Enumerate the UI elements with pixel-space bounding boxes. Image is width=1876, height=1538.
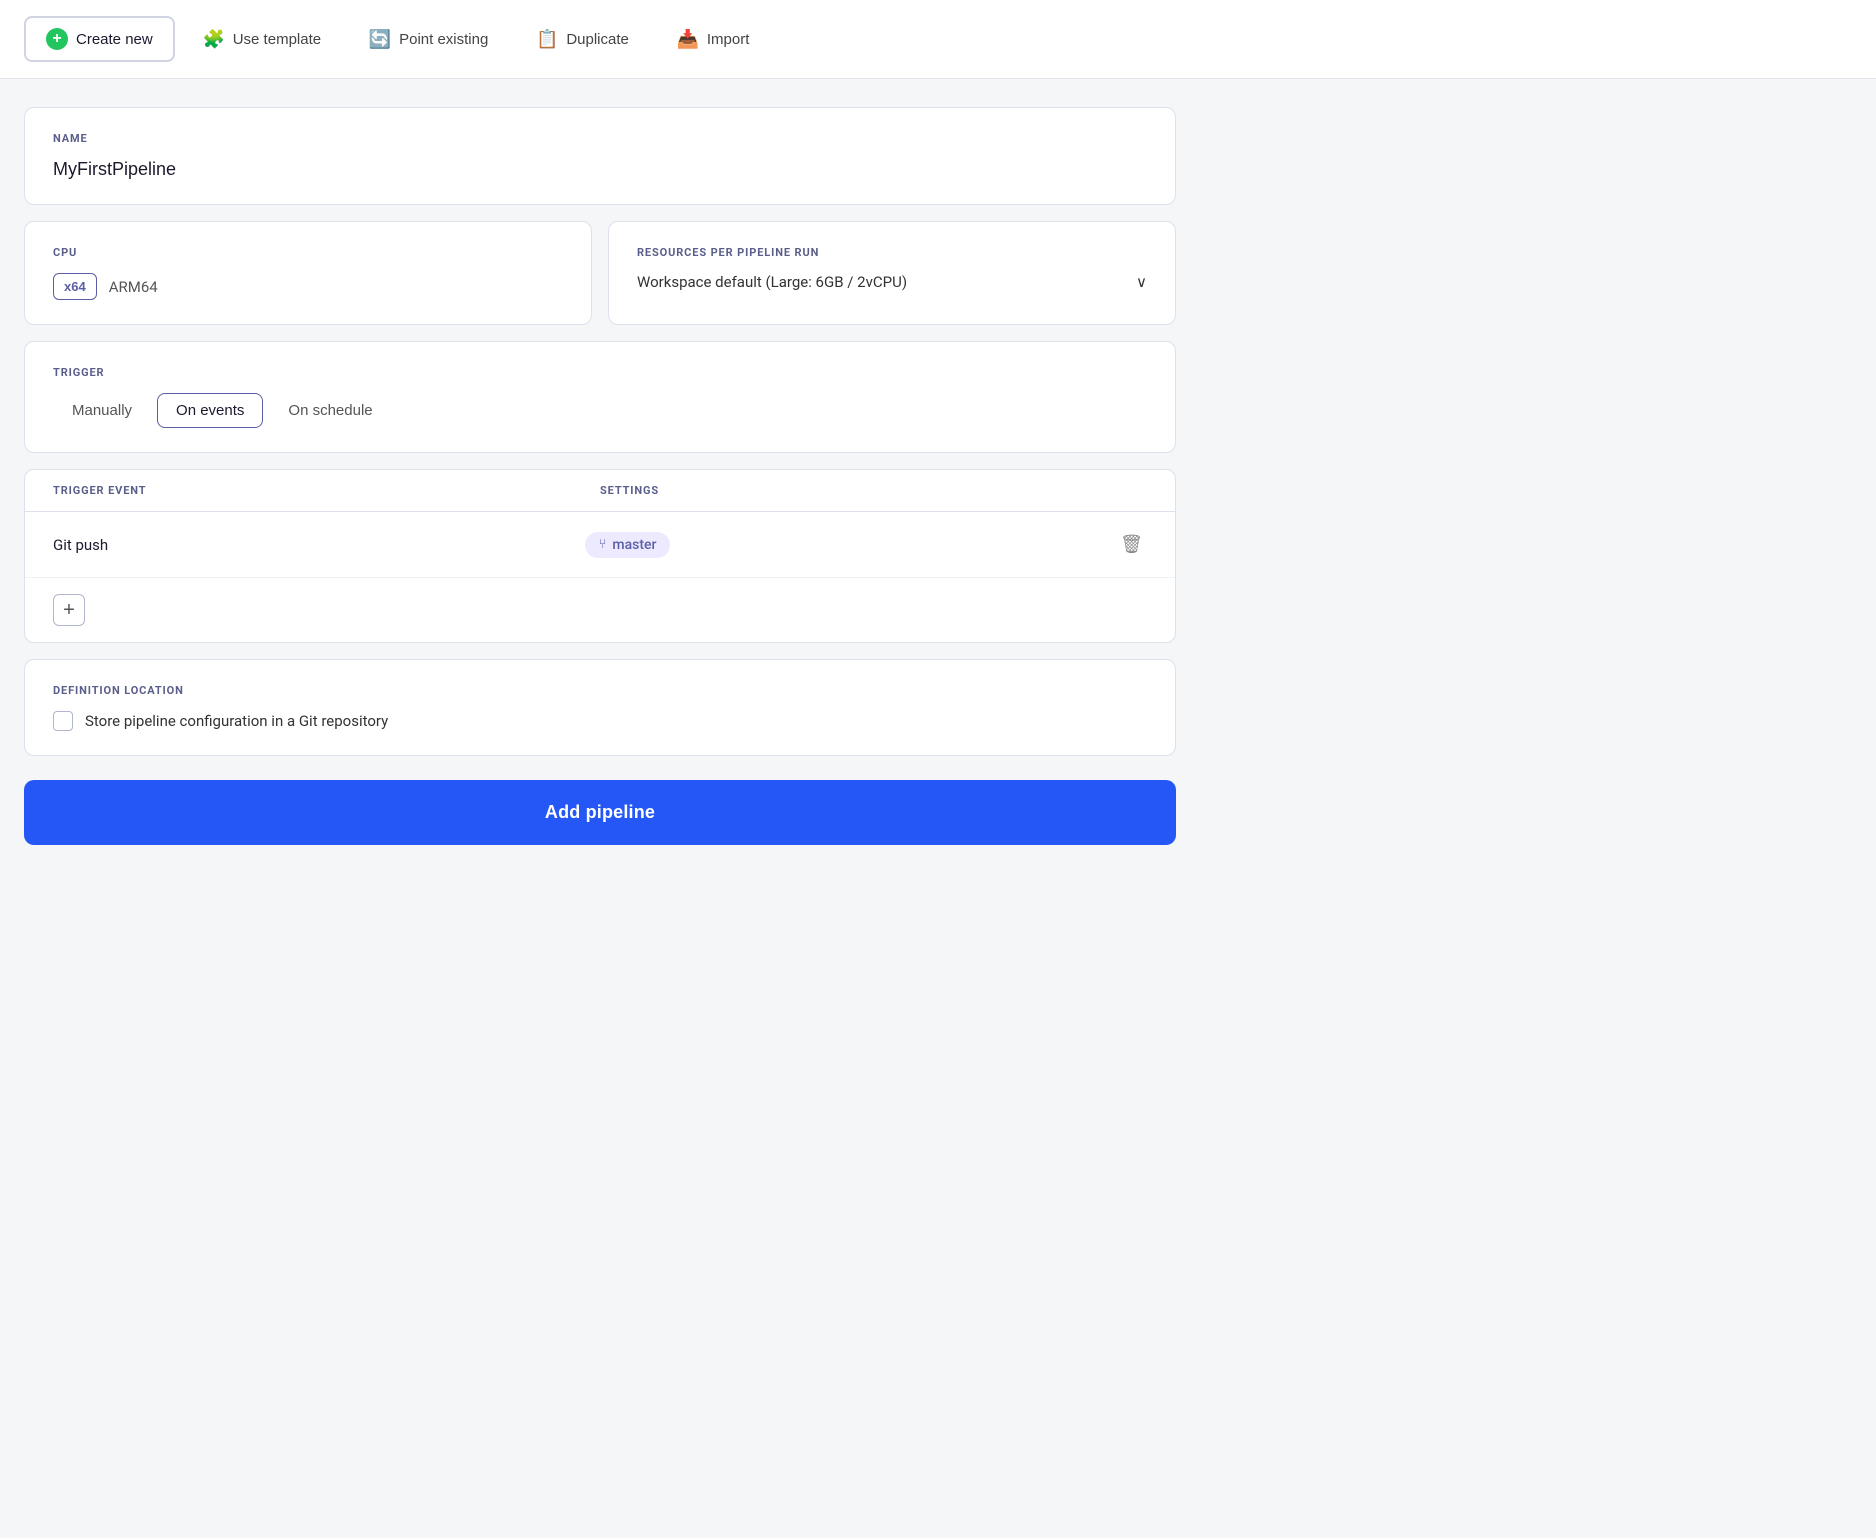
cpu-card: CPU x64 ARM64 — [24, 221, 592, 325]
definition-checkbox-row: Store pipeline configuration in a Git re… — [53, 711, 1147, 731]
trigger-manually-btn[interactable]: Manually — [53, 393, 151, 428]
tab-use-template-label: Use template — [233, 31, 321, 48]
tab-import-label: Import — [707, 31, 750, 48]
resources-select[interactable]: Workspace default (Large: 6GB / 2vCPU) ∨ — [637, 273, 1147, 291]
branch-badge-container: ⑂ master — [585, 532, 1105, 558]
duplicate-icon: 📋 — [536, 28, 558, 50]
cpu-label: CPU — [53, 246, 563, 259]
plus-icon: + — [63, 599, 75, 622]
git-repo-checkbox-label: Store pipeline configuration in a Git re… — [85, 712, 388, 730]
settings-col-label: SETTINGS — [600, 484, 1147, 497]
trash-icon: 🗑 — [1120, 534, 1143, 555]
delete-trigger-row-btn[interactable]: 🗑 — [1116, 530, 1147, 559]
git-push-event: Git push — [53, 536, 573, 554]
trigger-event-card: TRIGGER EVENT SETTINGS Git push ⑂ master… — [24, 469, 1176, 643]
resources-label: RESOURCES PER PIPELINE RUN — [637, 246, 1147, 259]
name-input[interactable] — [53, 159, 1147, 180]
add-pipeline-button[interactable]: Add pipeline — [24, 780, 1176, 845]
trigger-event-col-label: TRIGGER EVENT — [53, 484, 600, 497]
definition-location-card: DEFINITION LOCATION Store pipeline confi… — [24, 659, 1176, 756]
tab-duplicate-label: Duplicate — [566, 31, 629, 48]
top-bar: + Create new 🧩 Use template 🔄 Point exis… — [0, 0, 1876, 79]
tab-point-existing[interactable]: 🔄 Point existing — [349, 18, 508, 60]
branch-icon: ⑂ — [599, 537, 607, 552]
point-existing-icon: 🔄 — [369, 28, 391, 50]
tab-create-new[interactable]: + Create new — [24, 16, 175, 62]
branch-badge[interactable]: ⑂ master — [585, 532, 671, 558]
trigger-on-schedule-btn[interactable]: On schedule — [269, 393, 391, 428]
trigger-on-events-btn[interactable]: On events — [157, 393, 263, 428]
add-trigger-btn[interactable]: + — [53, 594, 85, 626]
import-icon: 📥 — [677, 28, 699, 50]
resources-card: RESOURCES PER PIPELINE RUN Workspace def… — [608, 221, 1176, 325]
cpu-options: x64 ARM64 — [53, 273, 563, 300]
trigger-card: TRIGGER Manually On events On schedule — [24, 341, 1176, 453]
chevron-down-icon: ∨ — [1136, 273, 1147, 291]
definition-location-label: DEFINITION LOCATION — [53, 684, 1147, 697]
git-repo-checkbox[interactable] — [53, 711, 73, 731]
tab-import[interactable]: 📥 Import — [657, 18, 770, 60]
name-card: NAME — [24, 107, 1176, 205]
circle-plus-icon: + — [46, 28, 68, 50]
main-content: NAME CPU x64 ARM64 RESOURCES PER PIPELIN… — [0, 79, 1200, 873]
resources-value: Workspace default (Large: 6GB / 2vCPU) — [637, 273, 907, 291]
trigger-event-header: TRIGGER EVENT SETTINGS — [25, 470, 1175, 512]
tab-use-template[interactable]: 🧩 Use template — [183, 18, 341, 60]
trigger-options: Manually On events On schedule — [53, 393, 1147, 428]
tab-duplicate[interactable]: 📋 Duplicate — [516, 18, 649, 60]
tab-create-new-label: Create new — [76, 31, 153, 48]
add-trigger-row: + — [25, 578, 1175, 642]
table-row: Git push ⑂ master 🗑 — [25, 512, 1175, 578]
name-label: NAME — [53, 132, 1147, 145]
cpu-arm64-option[interactable]: ARM64 — [109, 278, 158, 296]
tab-point-existing-label: Point existing — [399, 31, 488, 48]
trigger-label: TRIGGER — [53, 366, 1147, 379]
branch-name: master — [612, 537, 656, 553]
template-icon: 🧩 — [203, 28, 225, 50]
cpu-x64-btn[interactable]: x64 — [53, 273, 97, 300]
cpu-resources-row: CPU x64 ARM64 RESOURCES PER PIPELINE RUN… — [24, 221, 1176, 325]
